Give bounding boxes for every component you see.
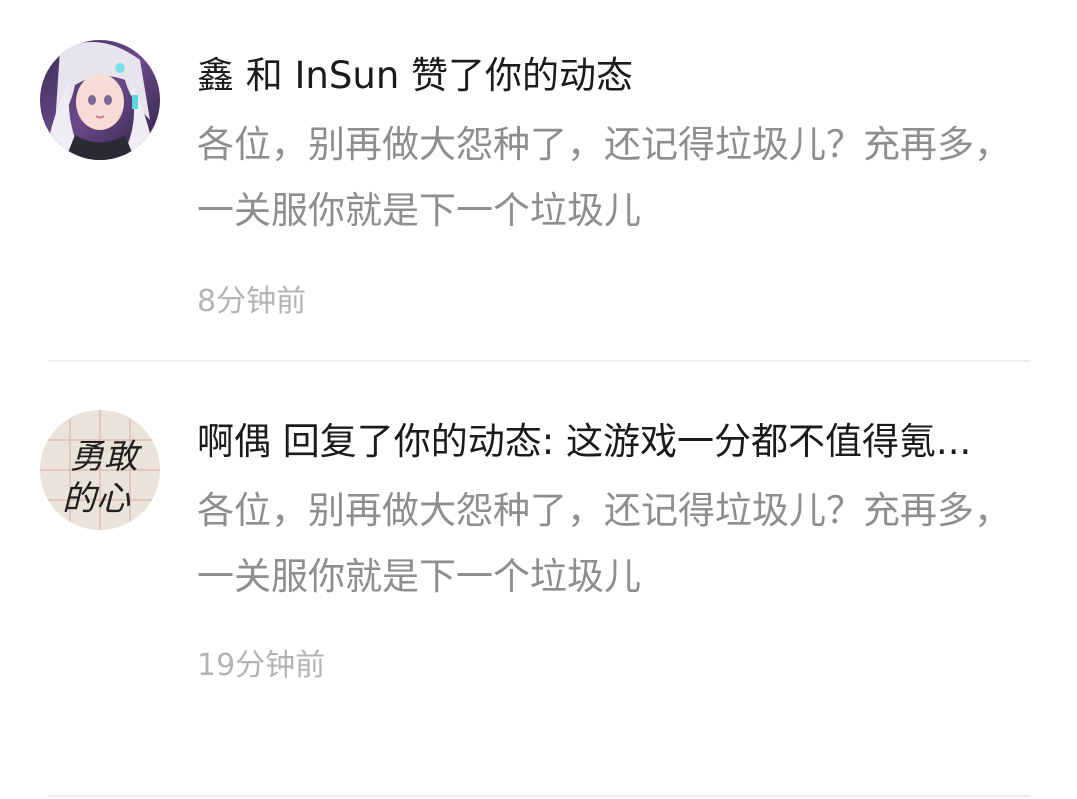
notification-body: 各位，别再做大怨种了，还记得垃圾儿？充再多，一关服你就是下一个垃圾儿 [197, 123, 1011, 232]
notification-title: 鑫 和 InSun 赞了你的动态 [197, 54, 634, 97]
notification-time: 19分钟前 [197, 648, 326, 683]
notification-item[interactable]: 鑫 和 InSun 赞了你的动态 各位，别再做大怨种了，还记得垃圾儿？充再多，一… [0, 0, 1077, 360]
avatar-calligraphy: 勇敢 [70, 437, 143, 477]
user-avatar[interactable]: 勇敢 的心 [40, 410, 160, 530]
notification-time: 8分钟前 [197, 284, 307, 319]
divider [48, 795, 1031, 797]
anime-girl-avatar-icon [40, 40, 160, 160]
svg-text:的心: 的心 [62, 479, 131, 519]
notification-title: 啊偶 回复了你的动态: 这游戏一分都不值得氪... [197, 420, 972, 463]
user-avatar[interactable] [40, 40, 160, 160]
calligraphy-avatar-icon: 勇敢 的心 [40, 410, 160, 530]
notification-body: 各位，别再做大怨种了，还记得垃圾儿？充再多，一关服你就是下一个垃圾儿 [197, 489, 1011, 598]
notification-item[interactable]: 勇敢 的心 啊偶 回复了你的动态: 这游戏一分都不值得氪... 各位，别再做大怨… [0, 362, 1077, 795]
